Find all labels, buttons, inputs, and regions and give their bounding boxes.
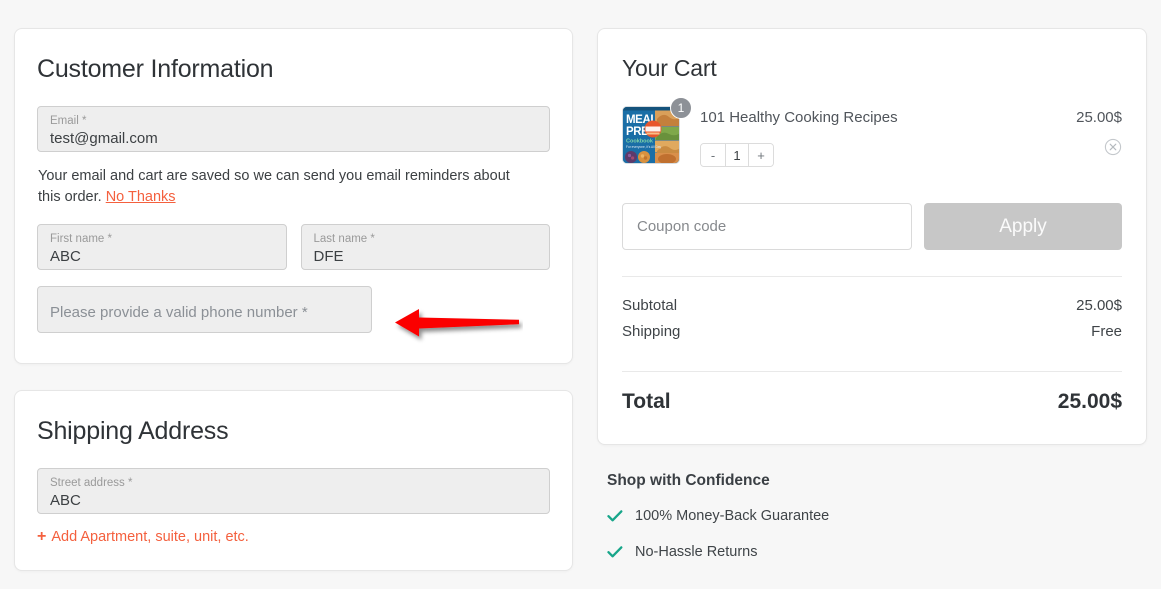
confidence-item-label: 100% Money-Back Guarantee — [635, 508, 830, 524]
circle-x-icon — [1104, 138, 1122, 156]
check-icon — [607, 545, 623, 559]
subtotal-label: Subtotal — [622, 297, 678, 314]
checkout-page: Customer Information Email * test@gmail.… — [0, 0, 1161, 589]
last-name-field[interactable]: Last name * DFE — [300, 224, 550, 270]
email-field-label: Email * — [50, 115, 87, 127]
check-icon-glyph — [607, 510, 623, 522]
cart-item-details: 101 Healthy Cooking Recipes - 1 + — [700, 106, 1052, 167]
confidence-item-label: No-Hassle Returns — [635, 544, 758, 560]
coupon-row: Coupon code Apply — [622, 203, 1122, 250]
total-value: 25.00$ — [1057, 390, 1122, 413]
check-icon — [607, 509, 623, 523]
confidence-item-returns: No-Hassle Returns — [607, 544, 1147, 560]
check-icon-glyph — [607, 546, 623, 558]
confidence-item-money-back: 100% Money-Back Guarantee — [607, 508, 1147, 524]
shipping-label: Shipping — [622, 323, 681, 340]
street-address-field-value: ABC — [50, 492, 81, 509]
email-helper-text: Your email and cart are saved so we can … — [38, 166, 528, 208]
subtotal-row: Subtotal 25.00$ — [622, 293, 1122, 319]
right-column: Your Cart MEAL PREP Cookbook For everyon… — [597, 28, 1147, 580]
svg-text:For everyone, it's All Day: For everyone, it's All Day — [626, 145, 662, 149]
cart-item-right: 25.00$ — [1052, 106, 1122, 156]
phone-field-placeholder: Please provide a valid phone number * — [50, 304, 308, 321]
last-name-field-value: DFE — [313, 248, 344, 265]
phone-field[interactable]: Please provide a valid phone number * — [37, 286, 372, 333]
cart-item-quantity-badge: 1 — [670, 97, 692, 119]
name-fields-row: First name * ABC Last name * DFE — [37, 224, 550, 270]
customer-information-title: Customer Information — [37, 55, 274, 83]
cart-divider-bottom — [622, 371, 1122, 372]
quantity-value[interactable]: 1 — [725, 144, 749, 166]
shop-with-confidence-title: Shop with Confidence — [607, 472, 770, 489]
first-name-field[interactable]: First name * ABC — [37, 224, 287, 270]
cart-item-price: 25.00$ — [1076, 109, 1122, 126]
plus-icon: + — [37, 528, 47, 545]
cart-item-row: MEAL PREP Cookbook For everyone, it's Al… — [622, 97, 1122, 167]
total-label: Total — [622, 390, 671, 413]
shipping-address-card: Shipping Address Street address * ABC + … — [14, 390, 573, 571]
cart-divider-top — [622, 276, 1122, 277]
grand-total-row: Total 25.00$ — [622, 390, 1122, 414]
quantity-decrement-button[interactable]: - — [701, 144, 725, 166]
shop-with-confidence-section: Shop with Confidence 100% Money-Back Gua… — [597, 472, 1147, 560]
add-apartment-link[interactable]: + Add Apartment, suite, unit, etc. — [37, 528, 249, 546]
shipping-row: Shipping Free — [622, 319, 1122, 345]
remove-item-icon[interactable] — [1104, 138, 1122, 156]
customer-information-card: Customer Information Email * test@gmail.… — [14, 28, 573, 364]
cart-totals: Subtotal 25.00$ Shipping Free — [622, 293, 1122, 345]
add-apartment-label: Add Apartment, suite, unit, etc. — [51, 529, 249, 545]
your-cart-card: Your Cart MEAL PREP Cookbook For everyon… — [597, 28, 1147, 445]
svg-text:Cookbook: Cookbook — [626, 139, 654, 145]
email-field[interactable]: Email * test@gmail.com — [37, 106, 550, 152]
street-address-field-label: Street address * — [50, 477, 133, 489]
first-name-field-value: ABC — [50, 248, 81, 265]
last-name-field-label: Last name * — [313, 233, 375, 245]
shipping-address-title: Shipping Address — [37, 417, 229, 445]
cart-item-name: 101 Healthy Cooking Recipes — [700, 109, 898, 126]
email-field-value: test@gmail.com — [50, 130, 158, 147]
street-address-field[interactable]: Street address * ABC — [37, 468, 550, 514]
product-thumbnail-wrap: MEAL PREP Cookbook For everyone, it's Al… — [622, 97, 692, 166]
your-cart-title: Your Cart — [622, 55, 717, 81]
quantity-stepper[interactable]: - 1 + — [700, 143, 774, 167]
coupon-code-placeholder: Coupon code — [637, 218, 727, 235]
no-thanks-link[interactable]: No Thanks — [106, 189, 176, 205]
apply-coupon-button[interactable]: Apply — [924, 203, 1122, 250]
subtotal-value: 25.00$ — [1076, 297, 1122, 314]
quantity-increment-button[interactable]: + — [749, 144, 773, 166]
first-name-field-label: First name * — [50, 233, 112, 245]
meal-prep-cookbook-cover-art: MEAL PREP Cookbook For everyone, it's Al… — [623, 107, 679, 163]
coupon-code-input[interactable]: Coupon code — [622, 203, 912, 250]
shipping-value: Free — [1091, 323, 1122, 340]
left-column: Customer Information Email * test@gmail.… — [14, 28, 573, 571]
